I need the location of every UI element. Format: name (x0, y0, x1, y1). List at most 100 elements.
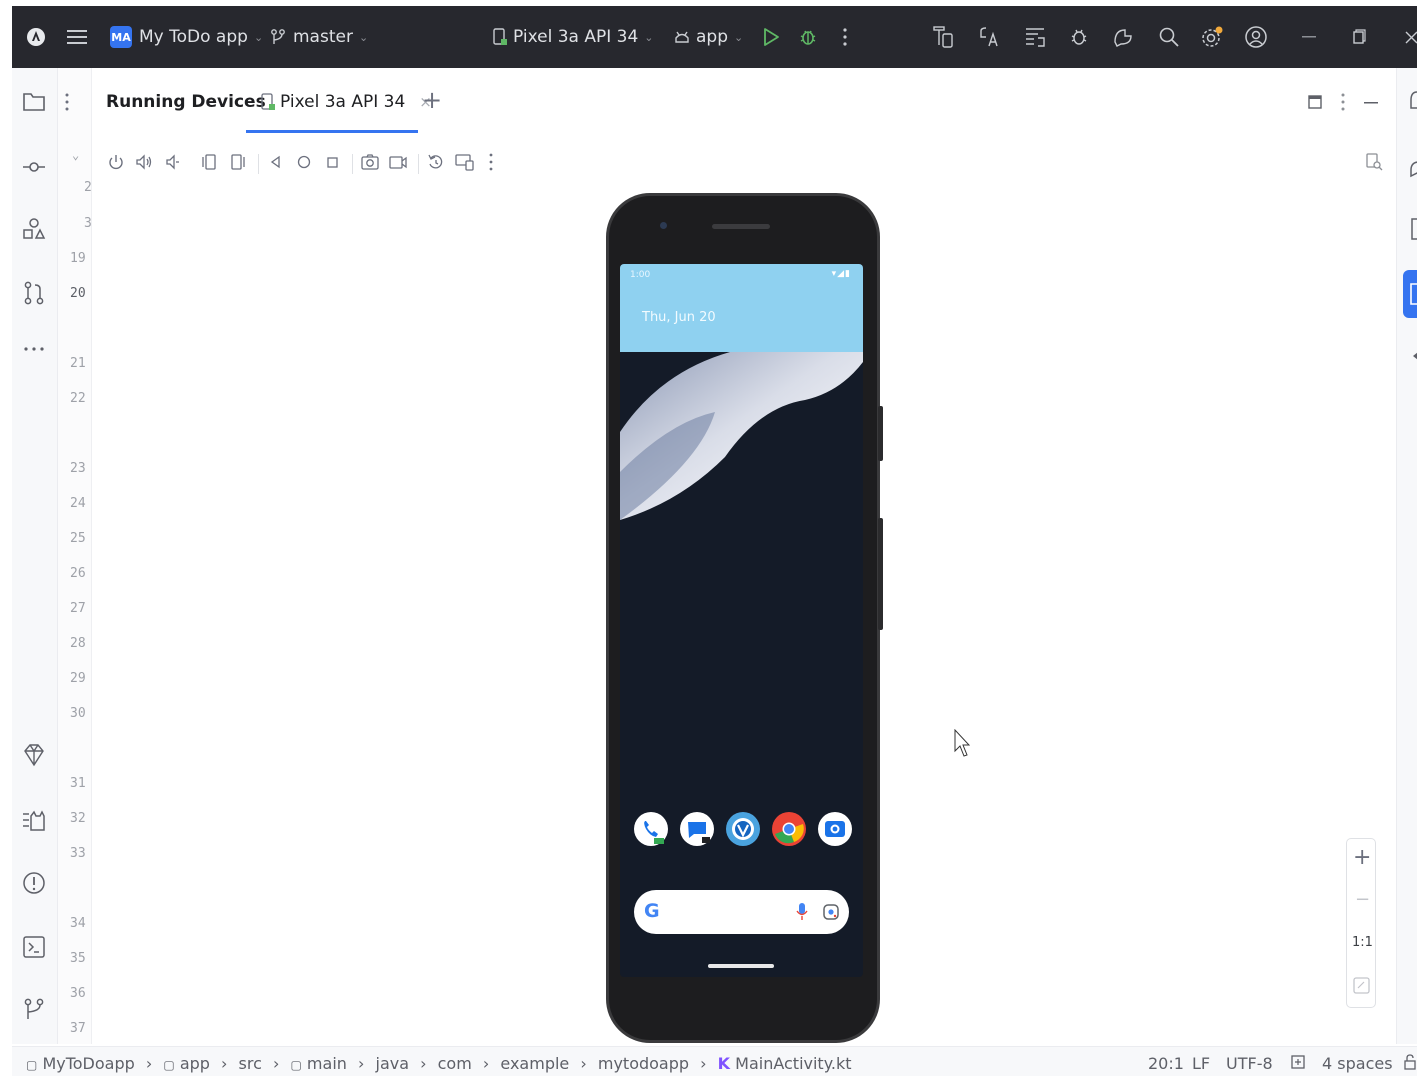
breadcrumb: ▢ MyToDoapp › ▢ app › src › ▢ main › jav… (26, 1054, 852, 1073)
git-branch-icon (270, 28, 286, 46)
more-actions-icon[interactable] (842, 6, 848, 68)
line-number: 32 (70, 811, 86, 826)
search-icon[interactable] (1158, 6, 1180, 68)
tab-pixel-3a[interactable]: Pixel 3a API 34 × (260, 92, 432, 112)
status-bar-signal-icons: ▾◢▮ (831, 269, 851, 279)
notifications-bell-icon[interactable] (1409, 88, 1417, 114)
side-arrow-icon[interactable] (1411, 350, 1417, 362)
breadcrumb-item[interactable]: mytodoapp (598, 1054, 689, 1073)
snapshot-restore-icon[interactable] (426, 152, 448, 174)
lock-icon[interactable] (1404, 1054, 1416, 1070)
app-quality-insights-icon[interactable] (1068, 6, 1090, 68)
line-number: 36 (70, 986, 86, 1001)
breadcrumb-item[interactable]: java (376, 1054, 410, 1073)
breadcrumb-item[interactable]: MainActivity.kt (735, 1054, 851, 1073)
chevron-down-icon: ⌄ (644, 30, 654, 44)
indent-setting[interactable]: 4 spaces (1322, 1054, 1393, 1073)
run-config-selector[interactable]: app ⌄ (674, 6, 743, 68)
microphone-icon[interactable] (796, 902, 808, 922)
overview-icon[interactable] (322, 152, 344, 174)
zoom-in-button[interactable]: + (1353, 845, 1371, 870)
device-selector[interactable]: Pixel 3a API 34 ⌄ (492, 6, 654, 68)
line-separator[interactable]: LF (1192, 1054, 1210, 1073)
translations-icon[interactable] (978, 6, 1000, 68)
pull-requests-icon[interactable] (21, 280, 49, 308)
commit-icon[interactable] (21, 154, 49, 182)
earpiece-speaker (712, 224, 770, 229)
breadcrumb-item[interactable]: com (438, 1054, 472, 1073)
gemini-chat-icon[interactable] (1409, 156, 1417, 182)
gem-icon[interactable] (21, 742, 49, 770)
camera-app-icon[interactable] (818, 812, 852, 846)
line-number: 34 (70, 916, 86, 931)
file-encoding[interactable]: UTF-8 (1226, 1054, 1273, 1073)
debug-bug-icon (798, 27, 818, 47)
chrome-app-icon[interactable] (772, 812, 806, 846)
readonly-toggle-icon[interactable] (1290, 1054, 1306, 1070)
zoom-to-fit-icon[interactable] (1353, 977, 1370, 994)
main-menu-logo-icon[interactable] (26, 6, 46, 68)
breadcrumb-item[interactable]: MyToDoapp (42, 1054, 134, 1073)
screen-record-icon[interactable] (388, 152, 410, 174)
notification-shade[interactable]: 1:00 ▾◢▮ Thu, Jun 20 (620, 264, 863, 352)
resource-manager-icon[interactable] (21, 216, 49, 244)
line-number: 23 (70, 461, 86, 476)
restore-window-icon[interactable] (1352, 6, 1366, 68)
version-control-icon[interactable] (21, 996, 49, 1024)
run-button[interactable] (762, 6, 780, 68)
rotate-right-icon[interactable] (228, 152, 250, 174)
close-window-icon[interactable] (1404, 6, 1417, 68)
zoom-out-button[interactable]: − (1355, 889, 1370, 910)
toolbar-separator (418, 154, 419, 174)
project-selector[interactable]: MA My ToDo app ⌄ (110, 6, 263, 68)
volume-up-icon[interactable] (134, 152, 156, 174)
app-3-icon[interactable] (726, 812, 760, 846)
hide-tool-window-icon[interactable] (1364, 101, 1378, 105)
layout-inspector-icon[interactable] (1024, 6, 1046, 68)
phone-app-icon[interactable] (634, 812, 668, 846)
toolbar-more-icon[interactable] (488, 152, 510, 174)
messages-app-icon[interactable] (680, 812, 714, 846)
options-kebab-icon[interactable] (64, 92, 70, 112)
gesture-navigation-bar[interactable] (708, 964, 774, 968)
home-icon[interactable] (294, 152, 316, 174)
volume-down-icon[interactable] (162, 152, 184, 174)
device-manager-side-icon[interactable] (1409, 216, 1417, 242)
rotate-left-icon[interactable] (200, 152, 222, 174)
run-config-name: app (696, 27, 728, 47)
gemini-assist-icon[interactable] (1112, 6, 1134, 68)
logcat-icon[interactable] (21, 808, 49, 836)
tool-window-options-icon[interactable] (1340, 92, 1346, 112)
google-search-bar[interactable]: G (634, 890, 849, 934)
breadcrumb-item[interactable]: app (180, 1054, 210, 1073)
actual-size-button[interactable]: 1:1 (1352, 935, 1373, 950)
breadcrumb-item[interactable]: example (500, 1054, 569, 1073)
breadcrumb-item[interactable]: src (239, 1054, 262, 1073)
device-manager-icon[interactable] (932, 6, 954, 68)
fold-chevron-icon[interactable]: ⌄ (72, 148, 79, 162)
breadcrumb-item[interactable]: main (307, 1054, 347, 1073)
device-screen[interactable]: 1:00 ▾◢▮ Thu, Jun 20 G (620, 264, 863, 977)
screenshot-camera-icon[interactable] (360, 152, 382, 174)
device-mirroring-icon[interactable] (454, 152, 476, 174)
running-devices-side-button[interactable] (1403, 270, 1417, 318)
account-avatar-icon[interactable] (1244, 6, 1268, 68)
window-layout-icon[interactable] (1308, 94, 1322, 110)
minimize-window-icon[interactable] (1302, 6, 1316, 68)
more-tool-windows-icon[interactable] (21, 344, 49, 372)
branch-name: master (293, 27, 353, 47)
branch-selector[interactable]: master ⌄ (270, 6, 368, 68)
inspect-device-icon[interactable] (1364, 152, 1386, 174)
caret-position[interactable]: 20:1 (1148, 1054, 1184, 1073)
status-bar-time: 1:00 (630, 270, 651, 280)
problems-icon[interactable] (21, 870, 49, 898)
google-lens-icon[interactable] (822, 902, 840, 922)
back-icon[interactable] (266, 152, 288, 174)
project-folder-icon[interactable] (21, 88, 49, 116)
add-tab-button[interactable]: + (422, 86, 442, 114)
power-icon[interactable] (106, 152, 128, 174)
settings-gear-icon[interactable] (1200, 6, 1224, 68)
debug-button[interactable] (798, 6, 818, 68)
hamburger-menu-icon[interactable] (66, 6, 88, 68)
terminal-icon[interactable] (21, 934, 49, 962)
